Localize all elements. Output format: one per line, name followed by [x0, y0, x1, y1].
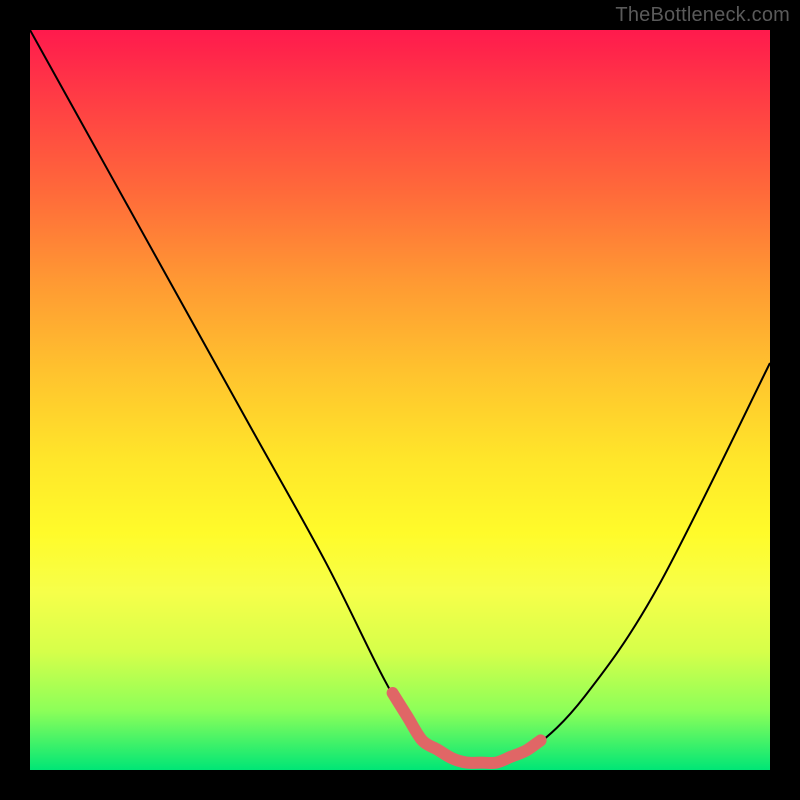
chart-frame: TheBottleneck.com [0, 0, 800, 800]
plot-area [30, 30, 770, 770]
bottleneck-curve [30, 30, 770, 770]
watermark-text: TheBottleneck.com [615, 4, 790, 27]
